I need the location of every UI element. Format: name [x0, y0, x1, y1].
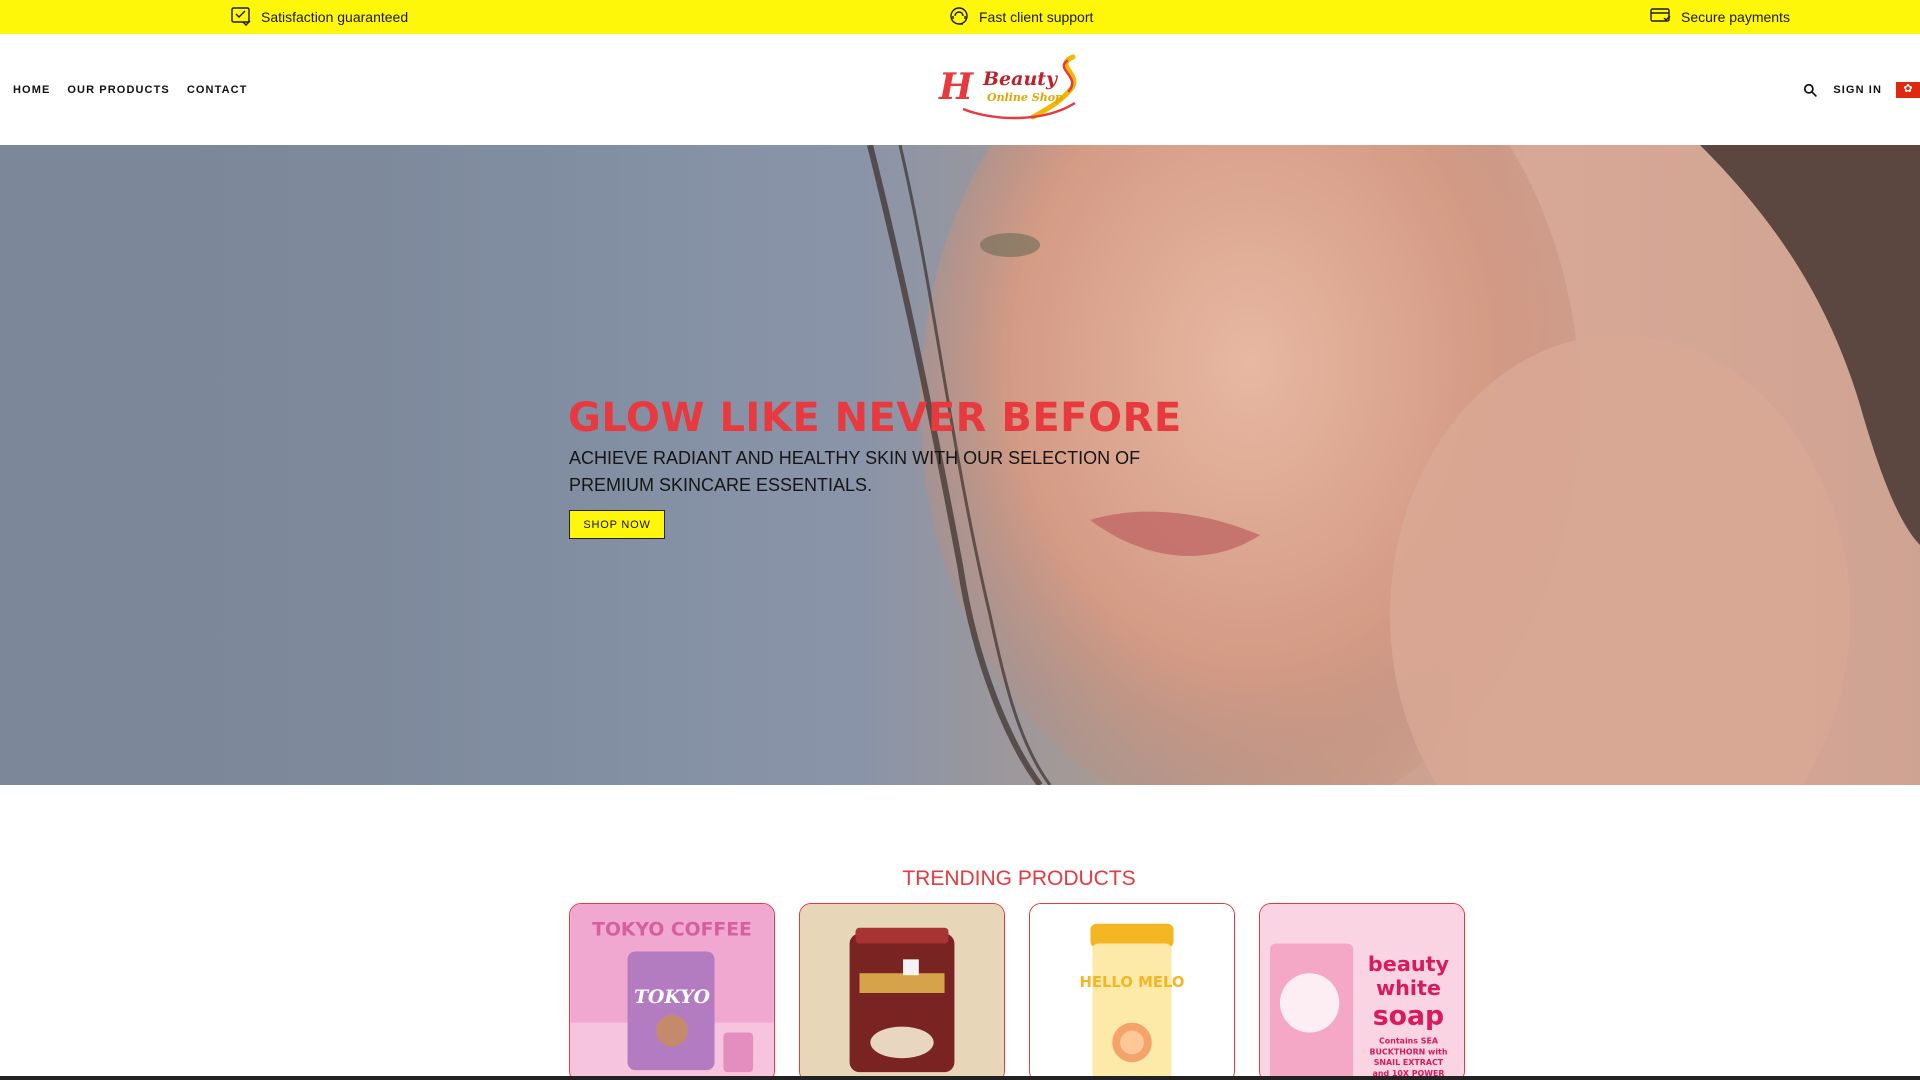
svg-text:H: H: [938, 66, 974, 108]
site-logo[interactable]: H Beauty Online Shop: [933, 51, 1103, 125]
product-image: beauty white soap Contains SEA BUCKTHORN…: [1260, 904, 1464, 1080]
announcement-bar: Satisfaction guaranteed Fast client supp…: [0, 0, 1920, 34]
svg-text:Contains SEA: Contains SEA: [1379, 1036, 1439, 1045]
svg-text:white: white: [1376, 976, 1441, 1000]
svg-text:Beauty: Beauty: [982, 68, 1059, 90]
product-card-beauty-white-soap[interactable]: beauty white soap Contains SEA BUCKTHORN…: [1259, 903, 1465, 1080]
hong-kong-flag-icon[interactable]: ✿: [1896, 81, 1920, 98]
search-icon[interactable]: [1801, 81, 1819, 99]
secure-payment-icon: [1649, 4, 1673, 31]
svg-text:Online Shop: Online Shop: [987, 91, 1063, 104]
hero-banner: GLOW LIKE NEVER BEFORE ACHIEVE RADIANT A…: [0, 145, 1920, 785]
trending-products-title: TRENDING PRODUCTS: [902, 867, 1136, 890]
topbar-label: Fast client support: [979, 9, 1094, 25]
svg-text:soap: soap: [1373, 1001, 1444, 1032]
svg-text:HELLO MELO: HELLO MELO: [1079, 974, 1184, 991]
svg-text:TOKYO: TOKYO: [634, 986, 711, 1008]
topbar-item-secure-payments: Secure payments: [1649, 0, 1790, 34]
product-image: HELLO MELO: [1030, 904, 1234, 1080]
header-actions: SIGN IN ✿: [1801, 34, 1920, 145]
support-icon: [947, 4, 971, 31]
trending-products-list: TOKYO COFFEE TOKYO HELLO MELO beauty whi…: [569, 903, 1465, 1080]
topbar-label: Satisfaction guaranteed: [261, 9, 409, 25]
product-card-coffee-tin[interactable]: [799, 903, 1005, 1080]
topbar-label: Secure payments: [1681, 9, 1790, 25]
shop-now-button[interactable]: SHOP NOW: [569, 510, 665, 539]
satisfaction-icon: [229, 4, 253, 31]
hero-title: GLOW LIKE NEVER BEFORE: [568, 395, 1182, 441]
svg-text:BUCKTHORN with: BUCKTHORN with: [1369, 1047, 1447, 1056]
topbar-item-support: Fast client support: [947, 0, 1093, 34]
bottom-divider: [0, 1076, 1920, 1080]
product-image: TOKYO COFFEE TOKYO: [570, 904, 774, 1080]
sign-in-link[interactable]: SIGN IN: [1833, 84, 1882, 96]
svg-text:TOKYO COFFEE: TOKYO COFFEE: [592, 920, 752, 941]
product-card-hello-melo[interactable]: HELLO MELO: [1029, 903, 1235, 1080]
nav-our-products[interactable]: OUR PRODUCTS: [67, 84, 169, 96]
product-image: [800, 904, 1004, 1080]
main-nav: HOME OUR PRODUCTS CONTACT: [13, 34, 248, 145]
nav-contact[interactable]: CONTACT: [187, 84, 248, 96]
hero-subtitle: ACHIEVE RADIANT AND HEALTHY SKIN WITH OU…: [569, 448, 1141, 495]
nav-home[interactable]: HOME: [13, 84, 50, 96]
product-card-tokyo-coffee[interactable]: TOKYO COFFEE TOKYO: [569, 903, 775, 1080]
svg-text:SNAIL EXTRACT: SNAIL EXTRACT: [1374, 1058, 1444, 1067]
site-header: HOME OUR PRODUCTS CONTACT H Beauty Onlin…: [0, 34, 1920, 145]
topbar-item-satisfaction: Satisfaction guaranteed: [229, 0, 408, 34]
svg-text:beauty: beauty: [1368, 952, 1450, 976]
